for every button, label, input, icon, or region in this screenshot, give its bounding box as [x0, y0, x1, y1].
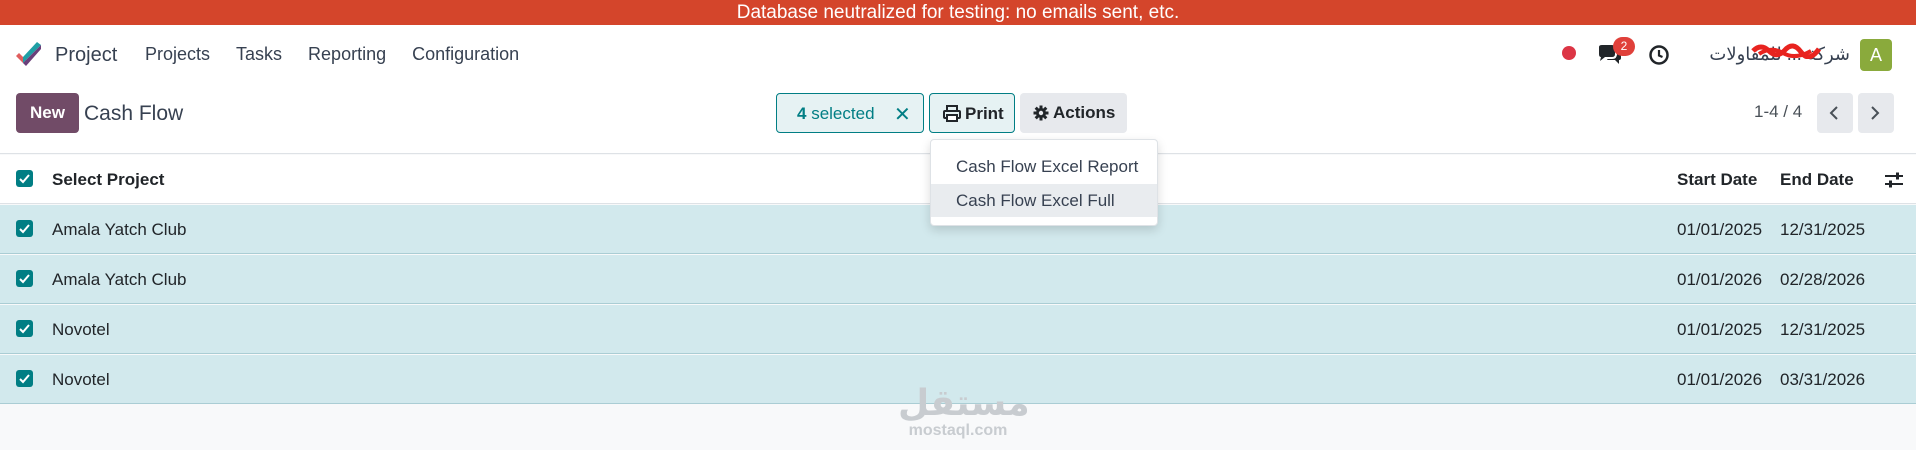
- selection-text: 4 selected: [797, 104, 875, 124]
- status-dot-icon[interactable]: [1562, 46, 1576, 60]
- end-date-cell: 12/31/2025: [1780, 220, 1866, 239]
- end-date-cell: 12/31/2025: [1780, 320, 1866, 339]
- new-button[interactable]: New: [16, 93, 79, 133]
- select-all-checkbox[interactable]: [16, 170, 33, 187]
- start-date-cell: 01/01/2025: [1677, 320, 1763, 339]
- actions-button[interactable]: Actions: [1020, 93, 1127, 133]
- menu-item-cash-flow-excel-report[interactable]: Cash Flow Excel Report: [931, 150, 1157, 183]
- pager-next-button[interactable]: [1858, 93, 1894, 133]
- clock-icon[interactable]: [1648, 44, 1670, 66]
- printer-icon: [943, 105, 961, 122]
- end-date-cell: 02/28/2026: [1780, 270, 1866, 289]
- row-checkbox[interactable]: [16, 220, 33, 237]
- column-header-end-date[interactable]: End Date: [1780, 170, 1854, 190]
- start-date-cell: 01/01/2026: [1677, 370, 1763, 389]
- start-date-cell: 01/01/2026: [1677, 270, 1763, 289]
- selected-count: 4: [797, 104, 807, 123]
- column-header-start-date[interactable]: Start Date: [1677, 170, 1757, 190]
- start-date-cell: 01/01/2025: [1677, 220, 1763, 239]
- project-name-cell: Amala Yatch Club: [52, 270, 187, 289]
- close-icon[interactable]: ✕: [894, 102, 911, 127]
- gear-icon: [1033, 105, 1049, 121]
- pager-value[interactable]: 1-4 / 4: [1754, 102, 1802, 122]
- project-name-cell: Amala Yatch Club: [52, 220, 187, 239]
- check-icon: [19, 174, 30, 184]
- redaction-scribble-icon: [1751, 43, 1821, 59]
- row-checkbox[interactable]: [16, 370, 33, 387]
- row-checkbox[interactable]: [16, 320, 33, 337]
- app-name[interactable]: Project: [55, 44, 117, 67]
- pager-previous-button[interactable]: [1817, 93, 1853, 133]
- chevron-right-icon: [1871, 106, 1880, 120]
- end-date-cell: 03/31/2026: [1780, 370, 1866, 389]
- print-dropdown-menu: Cash Flow Excel Report Cash Flow Excel F…: [930, 139, 1158, 226]
- watermark-arabic: مستقل: [898, 382, 1030, 423]
- project-app-logo-icon[interactable]: [14, 40, 44, 70]
- actions-label: Actions: [1053, 103, 1116, 122]
- selection-pill[interactable]: 4 selected ✕: [776, 93, 924, 133]
- user-avatar[interactable]: A: [1860, 39, 1892, 71]
- project-name-cell: Novotel: [52, 320, 110, 339]
- page-title: Cash Flow: [84, 102, 184, 125]
- main-menu: Projects Tasks Reporting Configuration: [145, 44, 519, 65]
- row-checkbox[interactable]: [16, 270, 33, 287]
- optional-columns-icon[interactable]: [1884, 171, 1904, 189]
- check-icon: [19, 224, 30, 234]
- print-button[interactable]: Print: [929, 93, 1015, 133]
- menu-item-projects[interactable]: Projects: [145, 44, 210, 65]
- watermark: مستقل mostaql.com: [898, 382, 1030, 440]
- top-navbar: Project Projects Tasks Reporting Configu…: [0, 25, 1916, 84]
- watermark-latin: mostaql.com: [908, 422, 1008, 439]
- menu-item-reporting[interactable]: Reporting: [308, 44, 386, 65]
- print-label: Print: [965, 104, 1004, 123]
- check-icon: [19, 274, 30, 284]
- column-header-select-project[interactable]: Select Project: [52, 170, 164, 190]
- project-name-cell: Novotel: [52, 370, 110, 389]
- selected-label: selected: [811, 104, 875, 123]
- menu-item-tasks[interactable]: Tasks: [236, 44, 282, 65]
- menu-item-configuration[interactable]: Configuration: [412, 44, 519, 65]
- database-neutralized-banner: Database neutralized for testing: no ema…: [0, 0, 1916, 25]
- table-row[interactable]: Novotel 01/01/2025 12/31/2025: [0, 305, 1916, 354]
- chevron-left-icon: [1829, 106, 1838, 120]
- messages-count-badge: 2: [1613, 37, 1635, 56]
- check-icon: [19, 324, 30, 334]
- check-icon: [19, 374, 30, 384]
- menu-item-cash-flow-excel-full[interactable]: Cash Flow Excel Full: [931, 184, 1157, 217]
- table-row[interactable]: Amala Yatch Club 01/01/2026 02/28/2026: [0, 255, 1916, 304]
